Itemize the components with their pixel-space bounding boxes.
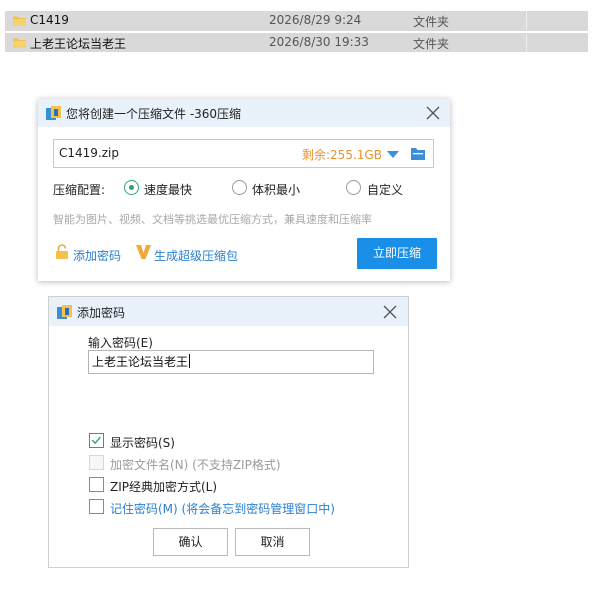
encrypt-filenames-label: 加密文件名(N) (不支持ZIP格式) (110, 458, 281, 472)
show-password-checkbox[interactable] (89, 433, 104, 448)
super-compress-icon[interactable] (136, 245, 151, 259)
file-row[interactable]: 上老王论坛当老王 2026/8/30 19:33 文件夹 (5, 32, 588, 53)
radio-smallest-label[interactable]: 体积最小 (252, 181, 300, 198)
file-name: 上老王论坛当老王 (30, 37, 127, 51)
password-dialog: 添加密码 输入密码(E) 上老王论坛当老王 显示密码(S) 加密文件名(N) (… (48, 296, 409, 568)
password-input[interactable]: 上老王论坛当老王 (88, 350, 374, 374)
file-name: C1419 (30, 13, 69, 27)
close-icon[interactable] (426, 106, 440, 120)
remember-password-label[interactable]: 记住密码(M) (将会备忘到密码管理窗口中) (110, 500, 335, 517)
show-password-label[interactable]: 显示密码(S) (110, 434, 175, 451)
compress-config-label: 压缩配置: (53, 183, 106, 197)
column-divider (526, 33, 527, 53)
password-input-label: 输入密码(E) (88, 336, 153, 350)
password-dialog-title: 添加密码 (77, 306, 126, 320)
radio-fastest[interactable] (124, 180, 139, 195)
add-password-link[interactable]: 添加密码 (73, 247, 121, 264)
password-dialog-titlebar[interactable]: 添加密码 (49, 297, 408, 326)
zip-classic-encryption-checkbox[interactable] (89, 477, 104, 492)
file-type: 文件夹 (413, 37, 450, 51)
compress-hint: 智能为图片、视频、文档等挑选最优压缩方式，兼具速度和压缩率 (53, 213, 372, 226)
archive-path-field[interactable]: C1419.zip 剩余:255.1GB (53, 139, 434, 168)
remember-password-checkbox[interactable] (89, 499, 104, 514)
compress-now-button[interactable]: 立即压缩 (357, 238, 437, 269)
file-row[interactable]: C1419 2026/8/29 9:24 文件夹 (5, 11, 588, 31)
radio-custom[interactable] (346, 180, 361, 195)
close-icon[interactable] (383, 305, 397, 319)
radio-fastest-label[interactable]: 速度最快 (144, 181, 192, 198)
folder-icon (13, 38, 26, 48)
zip-classic-encryption-label[interactable]: ZIP经典加密方式(L) (110, 478, 217, 495)
file-type: 文件夹 (413, 15, 450, 29)
column-divider (526, 11, 527, 31)
password-input-value: 上老王论坛当老王 (92, 355, 189, 369)
browse-folder-icon[interactable] (411, 147, 425, 160)
encrypt-filenames-checkbox (89, 455, 104, 470)
text-caret (189, 354, 191, 368)
compress-dialog: 您将创建一个压缩文件 -360压缩 C1419.zip 剩余:255.1GB 压… (38, 99, 450, 281)
free-space-label: 剩余:255.1GB (302, 148, 382, 162)
chevron-down-icon[interactable] (387, 151, 399, 158)
file-date: 2026/8/30 19:33 (269, 35, 369, 49)
360zip-icon (46, 106, 61, 120)
super-compress-link[interactable]: 生成超级压缩包 (154, 247, 238, 264)
archive-filename[interactable]: C1419.zip (59, 146, 119, 160)
radio-smallest[interactable] (232, 180, 247, 195)
compress-dialog-title: 您将创建一个压缩文件 -360压缩 (66, 107, 242, 121)
radio-custom-label[interactable]: 自定义 (367, 181, 403, 198)
file-date: 2026/8/29 9:24 (269, 13, 362, 27)
checkmark-icon (91, 436, 101, 445)
folder-icon (13, 16, 26, 26)
ok-button[interactable]: 确认 (153, 528, 228, 556)
compress-dialog-titlebar[interactable]: 您将创建一个压缩文件 -360压缩 (38, 99, 450, 127)
360zip-icon (57, 305, 72, 319)
lock-icon[interactable] (55, 244, 69, 260)
cancel-button[interactable]: 取消 (235, 528, 310, 556)
